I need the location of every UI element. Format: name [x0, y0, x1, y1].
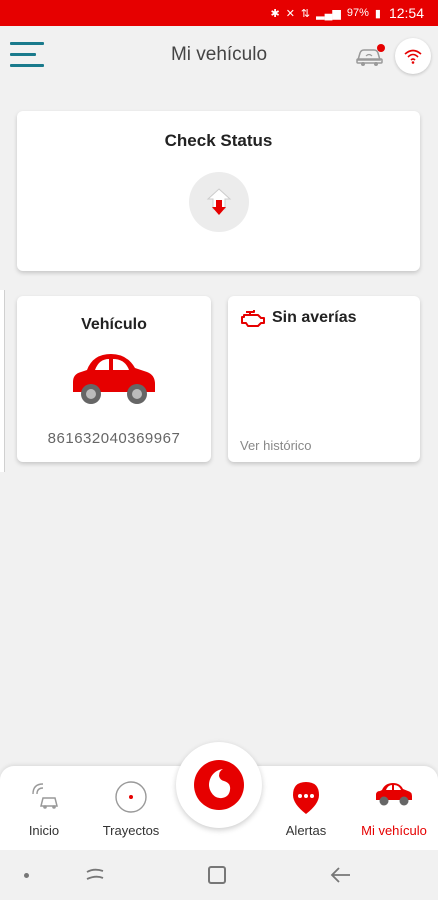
- nav-item-trayectos[interactable]: Trayectos: [89, 766, 173, 850]
- check-status-title: Check Status: [164, 131, 273, 150]
- status-icons: ✱ ✕ ⇅ ▂▄▆ 97% ▮: [270, 7, 380, 20]
- wifi-icon: [404, 49, 422, 64]
- vodafone-logo-button[interactable]: [176, 742, 262, 828]
- battery-percent: 97%: [346, 7, 369, 19]
- signal-icon: ▂▄▆: [316, 7, 341, 20]
- faults-header: Sin averías: [240, 308, 357, 328]
- back-arrow-icon[interactable]: [330, 864, 352, 891]
- vehicle-imei: 861632040369967: [47, 430, 181, 447]
- vehicle-card[interactable]: Vehículo 861632040369967: [17, 296, 211, 462]
- app-bar: Mi vehículo: [0, 26, 438, 86]
- nav-label-trayectos: Trayectos: [102, 823, 160, 838]
- nav-label-inicio: Inicio: [28, 823, 60, 838]
- nav-label-mi-vehiculo: Mi vehículo: [361, 823, 427, 838]
- network-icon: ⇅: [300, 7, 311, 20]
- check-status-button[interactable]: [189, 172, 249, 232]
- battery-icon: ▮: [374, 7, 381, 20]
- mute-icon: ✕: [285, 7, 295, 20]
- faults-title: Sin averías: [272, 309, 357, 326]
- nav-dot-icon: [24, 873, 29, 878]
- wifi-status-button[interactable]: [395, 38, 431, 74]
- nav-item-mi-vehiculo[interactable]: Mi vehículo: [352, 766, 436, 850]
- system-navigation-bar: [0, 850, 438, 900]
- route-icon: [114, 780, 148, 819]
- clock: 12:54: [388, 5, 424, 21]
- engine-icon: [241, 310, 265, 327]
- check-status-card: Check Status: [17, 111, 420, 271]
- nav-item-inicio[interactable]: Inicio: [2, 766, 86, 850]
- view-history-link[interactable]: Ver histórico: [240, 438, 312, 453]
- recent-apps-icon[interactable]: [84, 866, 106, 889]
- upload-download-icon: [206, 188, 232, 215]
- nav-item-alertas[interactable]: Alertas: [264, 766, 348, 850]
- car-connection-icon[interactable]: [354, 42, 386, 68]
- vodafone-logo-icon: [194, 760, 244, 810]
- car-icon: [375, 780, 413, 813]
- home-button-icon[interactable]: [208, 866, 226, 884]
- nav-label-alertas: Alertas: [285, 823, 327, 838]
- alert-pin-icon: [291, 780, 321, 821]
- bluetooth-icon: ✱: [270, 7, 280, 20]
- side-drawer-edge: [0, 290, 5, 472]
- status-bar: ✱ ✕ ⇅ ▂▄▆ 97% ▮ 12:54: [0, 0, 438, 26]
- home-car-icon: [27, 780, 61, 815]
- red-car-icon: [71, 348, 157, 415]
- faults-card[interactable]: Sin averías Ver histórico: [228, 296, 420, 462]
- vehicle-title: Vehículo: [81, 316, 147, 333]
